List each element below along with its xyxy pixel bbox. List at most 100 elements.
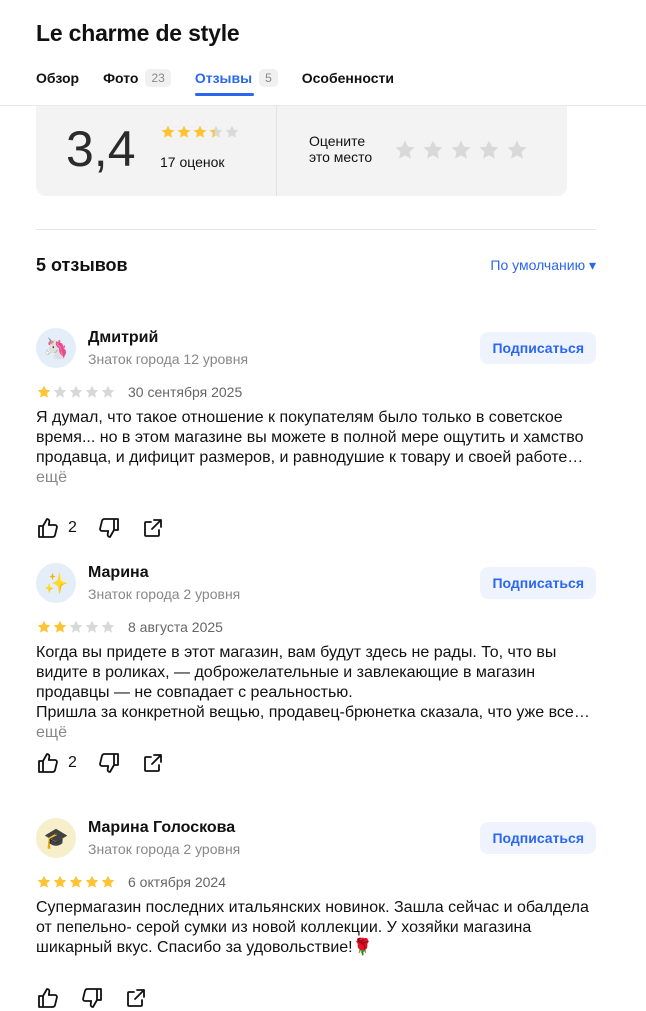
divider [36, 229, 596, 230]
like-button[interactable] [36, 986, 60, 1010]
avatar-icon: 🦄 [43, 337, 69, 360]
share-icon [127, 989, 145, 1007]
like-button[interactable]: 2 [36, 516, 77, 540]
review-text-body: Когда вы придете в этот магазин, вам буд… [36, 644, 590, 721]
subscribe-button[interactable]: Подписаться [480, 822, 596, 854]
star-icon [101, 875, 115, 888]
rating-count: 17 оценок [160, 154, 225, 170]
thumbs-up-icon [38, 753, 58, 773]
star-icon [85, 385, 99, 398]
like-count: 2 [68, 754, 77, 771]
more-link[interactable]: ещё [36, 724, 67, 741]
review-date: 6 октября 2024 [128, 874, 226, 890]
tab-label: Отзывы [194, 70, 253, 86]
tab-label: Фото [103, 70, 139, 86]
star-icon [101, 620, 115, 633]
tab-features[interactable]: Особенности [302, 68, 394, 88]
avatar[interactable]: 🎓 [36, 818, 76, 858]
thumbs-up-icon [38, 988, 58, 1008]
review-text-body: Супермагазин последних итальянских новин… [36, 899, 589, 956]
thumbs-down-icon [99, 518, 119, 538]
tab-label: Обзор [36, 70, 80, 86]
more-link[interactable]: ещё [36, 469, 67, 486]
star-icon[interactable] [393, 138, 417, 162]
review-text: Супермагазин последних итальянских новин… [36, 898, 596, 958]
tab-count-badge: 5 [259, 69, 278, 87]
avatar-icon: 🎓 [43, 827, 69, 850]
author-level: Знаток города 12 уровня [88, 351, 249, 367]
review-date: 30 сентября 2025 [128, 384, 243, 400]
dislike-button[interactable] [80, 986, 104, 1010]
star-icon [101, 385, 115, 398]
share-button[interactable] [141, 516, 165, 540]
avatar[interactable]: ✨ [36, 563, 76, 603]
star-icon[interactable] [505, 138, 529, 162]
star-icon [85, 620, 99, 633]
thumbs-down-icon [82, 988, 102, 1008]
like-button[interactable]: 2 [36, 751, 77, 775]
author-level: Знаток города 2 уровня [88, 586, 241, 602]
sort-dropdown[interactable]: По умолчанию ▾ [490, 257, 596, 274]
star-icon[interactable] [477, 138, 501, 162]
star-icon [225, 125, 239, 138]
star-icon [37, 875, 51, 888]
card-divider [276, 106, 277, 196]
rating-value: 3,4 [66, 121, 136, 177]
share-button[interactable] [141, 751, 165, 775]
star-icon [53, 875, 67, 888]
star-icon[interactable] [449, 138, 473, 162]
tab-count-badge: 23 [145, 69, 171, 87]
star-icon [53, 620, 67, 633]
dislike-button[interactable] [97, 516, 121, 540]
rate-place-label: Оцените это место [309, 133, 373, 165]
author-level: Знаток города 2 уровня [88, 841, 241, 857]
review-author[interactable]: Марина [88, 564, 149, 582]
star-icon [69, 620, 83, 633]
star-icon [193, 125, 207, 138]
star-icon [53, 385, 67, 398]
place-title: Le charme de style [36, 20, 240, 46]
review-stars [36, 619, 116, 635]
star-icon [161, 125, 175, 138]
star-icon[interactable] [421, 138, 445, 162]
rating-stars [160, 124, 240, 140]
avatar-icon: ✨ [43, 572, 69, 595]
tab-label: Особенности [301, 70, 394, 86]
avatar[interactable]: 🦄 [36, 328, 76, 368]
tab-overview[interactable]: Обзор [36, 68, 79, 88]
star-icon [85, 875, 99, 888]
tab-reviews[interactable]: Отзывы 5 [194, 68, 278, 96]
star-icon [177, 125, 191, 138]
share-button[interactable] [124, 986, 148, 1010]
review-date: 8 августа 2025 [128, 619, 223, 635]
star-icon [37, 620, 51, 633]
rate-place-stars[interactable] [393, 138, 529, 162]
review-text-body: Я думал, что такое отношение к покупател… [36, 409, 584, 466]
reviews-count: 5 отзывов [36, 255, 128, 275]
star-icon [37, 385, 51, 398]
like-count: 2 [68, 519, 77, 536]
review-actions [36, 986, 168, 1010]
review-actions: 2 [36, 516, 185, 540]
thumbs-down-icon [99, 753, 119, 773]
share-icon [144, 519, 162, 537]
share-icon [144, 754, 162, 772]
thumbs-up-icon [38, 518, 58, 538]
review-stars [36, 874, 116, 890]
subscribe-button[interactable]: Подписаться [480, 567, 596, 599]
rating-card: 3,4 17 оценок Оцените это место [36, 106, 567, 196]
star-icon [69, 875, 83, 888]
review-stars [36, 384, 116, 400]
tabs-bar: Обзор Фото 23 Отзывы 5 Особенности [36, 68, 418, 96]
star-icon [69, 385, 83, 398]
review-actions: 2 [36, 751, 185, 775]
star-icon [209, 125, 223, 138]
dislike-button[interactable] [97, 751, 121, 775]
review-author[interactable]: Дмитрий [88, 329, 158, 347]
review-text: Когда вы придете в этот магазин, вам буд… [36, 643, 596, 743]
place-header: Le charme de style Обзор Фото 23 Отзывы 5 … [0, 0, 646, 106]
review-text: Я думал, что такое отношение к покупател… [36, 408, 596, 488]
tab-photos[interactable]: Фото 23 [103, 68, 171, 88]
review-author[interactable]: Марина Голоскова [88, 819, 235, 837]
subscribe-button[interactable]: Подписаться [480, 332, 596, 364]
